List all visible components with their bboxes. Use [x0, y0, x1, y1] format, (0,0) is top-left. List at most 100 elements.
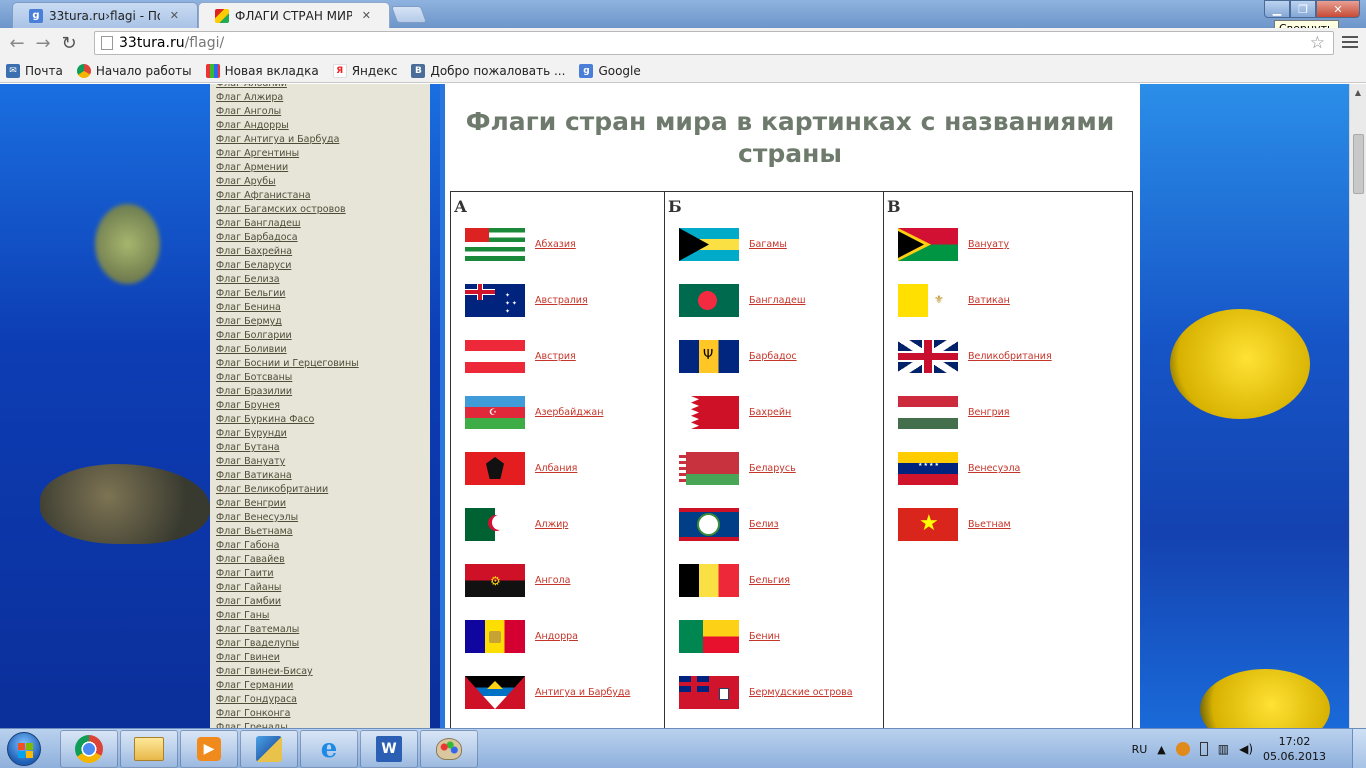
taskbar-word[interactable]: W: [360, 729, 418, 768]
taskbar-paint[interactable]: [420, 729, 478, 768]
country-link[interactable]: Абхазия: [535, 239, 576, 250]
tab-google-search[interactable]: g 33tura.ru›flagi - Поиск в G ✕: [12, 2, 198, 28]
sidebar-link[interactable]: Флаг Арубы: [216, 175, 430, 189]
flag-image[interactable]: ☪: [465, 396, 525, 429]
country-link[interactable]: Андорра: [535, 631, 578, 642]
start-button[interactable]: [0, 730, 48, 768]
country-link[interactable]: Ангола: [535, 575, 570, 586]
country-link[interactable]: Венгрия: [968, 407, 1009, 418]
flag-image[interactable]: [679, 564, 739, 597]
flag-image[interactable]: [898, 228, 958, 261]
sidebar-link[interactable]: Флаг Андорры: [216, 119, 430, 133]
maximize-button[interactable]: ❐: [1290, 0, 1316, 18]
country-link[interactable]: Багамы: [749, 239, 787, 250]
flag-image[interactable]: [679, 228, 739, 261]
flag-image[interactable]: ⚜: [898, 284, 958, 317]
scroll-thumb[interactable]: [1353, 134, 1364, 194]
sidebar-link[interactable]: Флаг Белиза: [216, 273, 430, 287]
sidebar-link[interactable]: Флаг Гвинеи: [216, 651, 430, 665]
flag-image[interactable]: [465, 452, 525, 485]
taskbar-paint-brush[interactable]: [240, 729, 298, 768]
close-button[interactable]: ✕: [1316, 0, 1360, 18]
flag-image[interactable]: ★: [898, 508, 958, 541]
sidebar-link[interactable]: Флаг Великобритании: [216, 483, 430, 497]
sidebar-link[interactable]: Флаг Бурунди: [216, 427, 430, 441]
country-link[interactable]: Барбадос: [749, 351, 797, 362]
sidebar-link[interactable]: Флаг Барбадоса: [216, 231, 430, 245]
volume-icon[interactable]: ◀): [1239, 742, 1253, 756]
vertical-scrollbar[interactable]: ▲: [1349, 84, 1366, 728]
sidebar-link[interactable]: Флаг Гамбии: [216, 595, 430, 609]
forward-button[interactable]: →: [30, 31, 56, 57]
country-link[interactable]: Бахрейн: [749, 407, 791, 418]
flag-image[interactable]: [465, 676, 525, 709]
country-link[interactable]: Ватикан: [968, 295, 1010, 306]
taskbar-chrome[interactable]: [60, 729, 118, 768]
sidebar-link[interactable]: Флаг Ботсваны: [216, 371, 430, 385]
show-desktop-button[interactable]: [1352, 729, 1366, 768]
sidebar-link[interactable]: Флаг Буркина Фасо: [216, 413, 430, 427]
country-link[interactable]: Венесуэла: [968, 463, 1020, 474]
flag-image[interactable]: [679, 452, 739, 485]
flag-image[interactable]: [465, 228, 525, 261]
flag-image[interactable]: [679, 620, 739, 653]
country-link[interactable]: Вануату: [968, 239, 1009, 250]
country-link[interactable]: Бельгия: [749, 575, 790, 586]
sidebar-link[interactable]: Флаг Гваделупы: [216, 637, 430, 651]
tab-close-icon[interactable]: ✕: [170, 9, 179, 22]
sidebar-link[interactable]: Флаг Бангладеш: [216, 217, 430, 231]
country-link[interactable]: Азербайджан: [535, 407, 603, 418]
flag-image[interactable]: [465, 508, 525, 541]
flag-image[interactable]: [465, 340, 525, 373]
bookmark-vk[interactable]: B Добро пожаловать ...: [411, 63, 565, 78]
tray-expand-icon[interactable]: ▲: [1157, 743, 1165, 756]
bookmark-yandex[interactable]: Я Яндекс: [332, 63, 397, 78]
menu-icon[interactable]: [1342, 33, 1358, 51]
sidebar-link[interactable]: Флаг Афганистана: [216, 189, 430, 203]
flag-image[interactable]: [679, 396, 739, 429]
sidebar-link[interactable]: Флаг Боливии: [216, 343, 430, 357]
country-link[interactable]: Австралия: [535, 295, 588, 306]
minimize-button[interactable]: ▁: [1264, 0, 1290, 18]
language-indicator[interactable]: RU: [1132, 743, 1148, 756]
bookmark-star-icon[interactable]: ☆: [1310, 33, 1325, 53]
sidebar-link[interactable]: Флаг Бразилии: [216, 385, 430, 399]
sidebar-link[interactable]: Флаг Гватемалы: [216, 623, 430, 637]
scroll-up-icon[interactable]: ▲: [1350, 84, 1366, 100]
sidebar-link[interactable]: Флаг Багамских островов: [216, 203, 430, 217]
taskbar-media-player[interactable]: ▶: [180, 729, 238, 768]
bookmark-start[interactable]: Начало работы: [76, 63, 192, 78]
country-link[interactable]: Великобритания: [968, 351, 1052, 362]
flag-image[interactable]: [898, 340, 958, 373]
sidebar-link[interactable]: Флаг Габона: [216, 539, 430, 553]
sidebar-link[interactable]: Флаг Вьетнама: [216, 525, 430, 539]
bookmark-mail[interactable]: ✉ Почта: [6, 63, 63, 78]
sidebar-link[interactable]: Флаг Анголы: [216, 105, 430, 119]
sidebar-link[interactable]: Флаг Бермуд: [216, 315, 430, 329]
tab-close-icon[interactable]: ✕: [362, 9, 371, 22]
sidebar-link[interactable]: Флаг Гавайев: [216, 553, 430, 567]
country-link[interactable]: Бангладеш: [749, 295, 806, 306]
country-link[interactable]: Албания: [535, 463, 577, 474]
flag-image[interactable]: ★★★★: [898, 452, 958, 485]
back-button[interactable]: ←: [4, 31, 30, 57]
country-link[interactable]: Антигуа и Барбуда: [535, 687, 630, 698]
sidebar-link[interactable]: Флаг Болгарии: [216, 329, 430, 343]
sidebar-link[interactable]: Флаг Брунея: [216, 399, 430, 413]
sidebar-link[interactable]: Флаг Боснии и Герцеговины: [216, 357, 430, 371]
country-link[interactable]: Вьетнам: [968, 519, 1011, 530]
sidebar-link[interactable]: Флаг Гвинеи-Бисау: [216, 665, 430, 679]
network-icon[interactable]: ▥: [1218, 742, 1229, 756]
sidebar-link[interactable]: Флаг Вануату: [216, 455, 430, 469]
flag-image[interactable]: [679, 676, 739, 709]
flag-image[interactable]: [898, 396, 958, 429]
clock[interactable]: 17:02 05.06.2013: [1263, 734, 1326, 764]
sidebar-link[interactable]: Флаг Ганы: [216, 609, 430, 623]
taskbar-explorer[interactable]: [120, 729, 178, 768]
bookmark-newtab[interactable]: Новая вкладка: [205, 63, 319, 78]
tray-app-icon[interactable]: [1175, 742, 1190, 756]
address-bar[interactable]: 33tura.ru/flagi/ ☆: [94, 31, 1334, 55]
sidebar-link[interactable]: Флаг Алжира: [216, 91, 430, 105]
sidebar-link[interactable]: Флаг Гондураса: [216, 693, 430, 707]
country-link[interactable]: Беларусь: [749, 463, 796, 474]
